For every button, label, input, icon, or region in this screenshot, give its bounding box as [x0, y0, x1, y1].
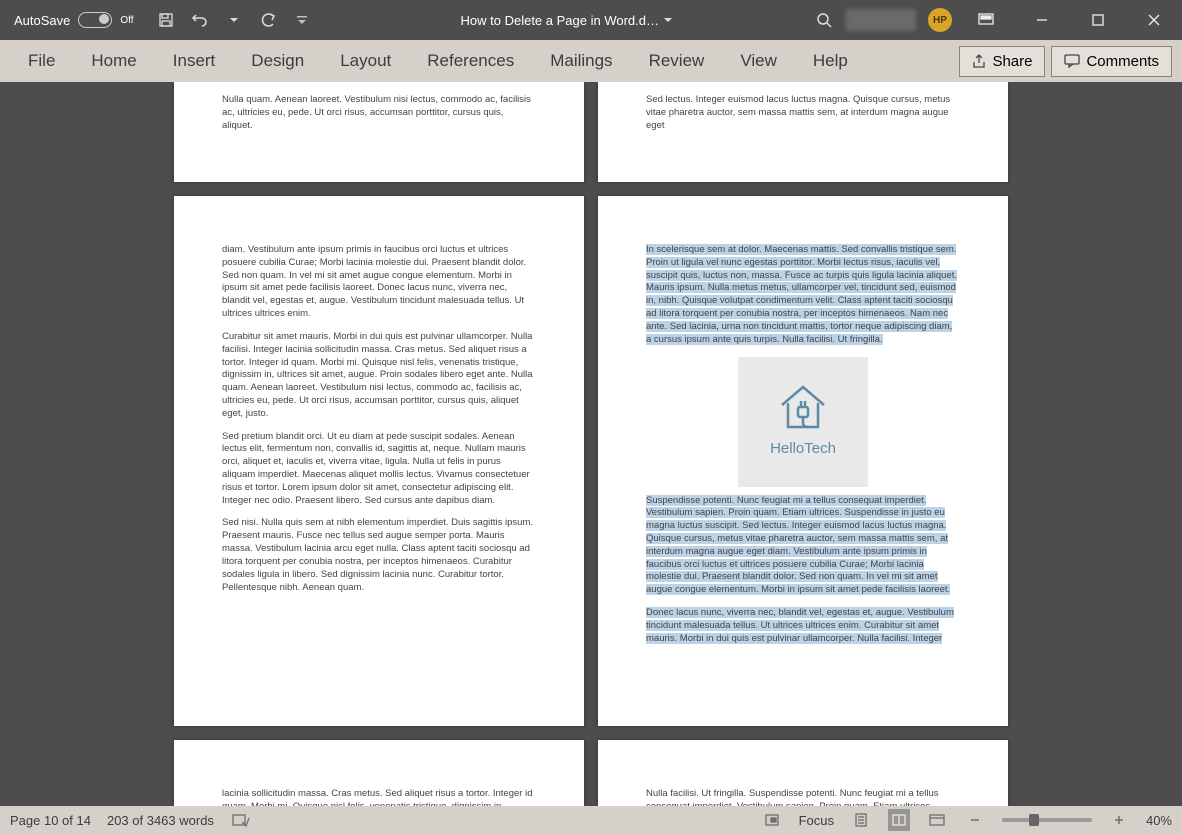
- body-text: Nulla facilisi. Ut fringilla. Suspendiss…: [646, 788, 960, 806]
- body-text: Nulla quam. Aenean laoreet. Vestibulum n…: [222, 94, 536, 132]
- zoom-in-icon[interactable]: [1108, 809, 1130, 831]
- status-bar: Page 10 of 14 203 of 3463 words Focus 40…: [0, 806, 1182, 834]
- share-button[interactable]: Share: [959, 46, 1045, 77]
- tab-mailings[interactable]: Mailings: [532, 43, 630, 79]
- chevron-down-icon[interactable]: [224, 10, 244, 30]
- comments-button[interactable]: Comments: [1051, 46, 1172, 77]
- page-number[interactable]: Page 10 of 14: [10, 813, 91, 828]
- logo-text: HelloTech: [770, 439, 836, 459]
- ribbon-display-icon[interactable]: [964, 0, 1008, 40]
- minimize-button[interactable]: [1020, 0, 1064, 40]
- maximize-button[interactable]: [1076, 0, 1120, 40]
- search-icon[interactable]: [814, 10, 834, 30]
- body-text: diam. Vestibulum ante ipsum primis in fa…: [222, 244, 536, 321]
- page-top-right: Sed lectus. Integer euismod lacus luctus…: [598, 82, 1008, 182]
- page-mid-left: diam. Vestibulum ante ipsum primis in fa…: [174, 196, 584, 726]
- tab-help[interactable]: Help: [795, 43, 866, 79]
- zoom-level[interactable]: 40%: [1146, 813, 1172, 828]
- print-layout-icon[interactable]: [850, 809, 872, 831]
- body-text: Curabitur sit amet mauris. Morbi in dui …: [222, 331, 536, 421]
- tab-file[interactable]: File: [10, 43, 73, 79]
- tab-design[interactable]: Design: [233, 43, 322, 79]
- page-bot-left: lacinia sollicitudin massa. Cras metus. …: [174, 740, 584, 806]
- autosave-control[interactable]: AutoSave Off: [0, 12, 148, 28]
- body-text: Sed lectus. Integer euismod lacus luctus…: [646, 94, 960, 132]
- read-mode-icon[interactable]: [888, 809, 910, 831]
- logo-image: HelloTech: [738, 357, 868, 487]
- page-bot-right: Nulla facilisi. Ut fringilla. Suspendiss…: [598, 740, 1008, 806]
- chevron-down-icon: [663, 16, 673, 24]
- body-text: lacinia sollicitudin massa. Cras metus. …: [222, 788, 536, 806]
- focus-label[interactable]: Focus: [799, 813, 834, 828]
- undo-icon[interactable]: [190, 10, 210, 30]
- save-icon[interactable]: [156, 10, 176, 30]
- body-text-selected: Suspendisse potenti. Nunc feugiat mi a t…: [646, 495, 960, 598]
- zoom-slider[interactable]: [1002, 818, 1092, 822]
- page-top-left: Nulla quam. Aenean laoreet. Vestibulum n…: [174, 82, 584, 182]
- body-text: Sed pretium blandit orci. Ut eu diam at …: [222, 431, 536, 508]
- word-count[interactable]: 203 of 3463 words: [107, 813, 214, 828]
- close-button[interactable]: [1132, 0, 1176, 40]
- body-text-selected: In scelerisque sem at dolor. Maecenas ma…: [646, 244, 960, 347]
- redo-icon[interactable]: [258, 10, 278, 30]
- tab-home[interactable]: Home: [73, 43, 154, 79]
- body-text: Sed nisi. Nulla quis sem at nibh element…: [222, 517, 536, 594]
- account-name-blurred: [846, 9, 916, 31]
- spellcheck-icon[interactable]: [230, 809, 252, 831]
- comments-label: Comments: [1086, 53, 1159, 70]
- customize-qat-icon[interactable]: [292, 10, 312, 30]
- quick-access-toolbar: [148, 10, 320, 30]
- document-title[interactable]: How to Delete a Page in Word.d…: [320, 13, 814, 28]
- document-title-text: How to Delete a Page in Word.d…: [461, 13, 659, 28]
- body-text-selected: Donec lacus nunc, viverra nec, blandit v…: [646, 607, 960, 645]
- autosave-label: AutoSave: [14, 13, 70, 28]
- ribbon: File Home Insert Design Layout Reference…: [0, 40, 1182, 82]
- page-mid-right: In scelerisque sem at dolor. Maecenas ma…: [598, 196, 1008, 726]
- document-canvas[interactable]: Nulla quam. Aenean laoreet. Vestibulum n…: [0, 82, 1182, 806]
- title-bar: AutoSave Off How to Delete a Page in Wor…: [0, 0, 1182, 40]
- avatar-initials: HP: [933, 15, 947, 26]
- share-icon: [972, 54, 986, 68]
- zoom-out-icon[interactable]: [964, 809, 986, 831]
- focus-icon[interactable]: [761, 809, 783, 831]
- autosave-state: Off: [120, 15, 133, 26]
- tab-references[interactable]: References: [409, 43, 532, 79]
- tab-insert[interactable]: Insert: [155, 43, 234, 79]
- house-plug-icon: [776, 383, 830, 429]
- comment-icon: [1064, 54, 1080, 68]
- share-label: Share: [992, 53, 1032, 70]
- web-layout-icon[interactable]: [926, 809, 948, 831]
- tab-review[interactable]: Review: [631, 43, 723, 79]
- avatar[interactable]: HP: [928, 8, 952, 32]
- tab-layout[interactable]: Layout: [322, 43, 409, 79]
- tab-view[interactable]: View: [722, 43, 795, 79]
- autosave-toggle[interactable]: [78, 12, 112, 28]
